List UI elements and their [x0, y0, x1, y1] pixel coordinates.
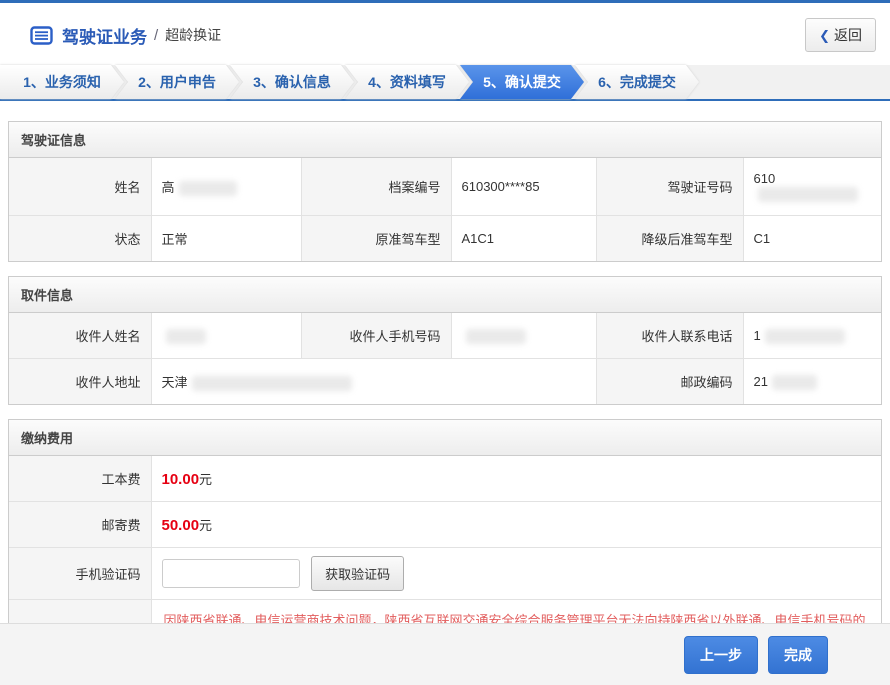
table-row: 收件人姓名 收件人手机号码 收件人联系电话 1 [9, 313, 881, 359]
license-info-table: 姓名 高 档案编号 610300****85 驾驶证号码 610 状态 正常 原… [9, 158, 881, 261]
page-header: 驾驶证业务 / 超龄换证 ❮ 返回 [0, 3, 890, 65]
recipient-mobile-value [451, 313, 596, 359]
previous-step-button[interactable]: 上一步 [684, 636, 758, 674]
redaction-blur [166, 329, 206, 344]
step-navigation: 1、业务须知 2、用户申告 3、确认信息 4、资料填写 5、确认提交 6、完成提… [0, 65, 890, 101]
license-section-title: 驾驶证信息 [9, 122, 881, 158]
postage-value: 50.00元 [151, 502, 881, 548]
finish-button[interactable]: 完成 [768, 636, 828, 674]
orig-type-value: A1C1 [451, 216, 596, 262]
redaction-blur [192, 376, 352, 391]
license-no-label: 驾驶证号码 [596, 158, 743, 216]
pickup-info-table: 收件人姓名 收件人手机号码 收件人联系电话 1 收件人地址 天津 邮政编码 21 [9, 313, 881, 404]
redaction-blur [772, 375, 817, 390]
postage-amount: 50.00 [162, 517, 200, 534]
recipient-name-value [151, 313, 301, 359]
status-value: 正常 [151, 216, 301, 262]
step-4-fill-data[interactable]: 4、资料填写 [345, 65, 469, 99]
fee-amount: 10.00 [162, 471, 200, 488]
payment-section-title: 缴纳费用 [9, 420, 881, 456]
table-row: 收件人地址 天津 邮政编码 21 [9, 359, 881, 405]
fee-unit: 元 [199, 472, 212, 487]
step-1-notice[interactable]: 1、业务须知 [0, 65, 124, 99]
footer-action-bar: 上一步 完成 [0, 623, 890, 685]
file-no-label: 档案编号 [301, 158, 451, 216]
breadcrumb-subtitle: 超龄换证 [165, 25, 221, 45]
recipient-phone-value: 1 [743, 313, 881, 359]
name-value: 高 [151, 158, 301, 216]
step-6-complete[interactable]: 6、完成提交 [575, 65, 699, 99]
captcha-input[interactable] [162, 559, 300, 588]
get-captcha-button[interactable]: 获取验证码 [311, 556, 404, 591]
redaction-blur [758, 187, 858, 202]
captcha-cell: 获取验证码 [151, 548, 881, 600]
recipient-address-value: 天津 [151, 359, 596, 405]
recipient-address-label: 收件人地址 [9, 359, 151, 405]
table-row: 邮寄费 50.00元 [9, 502, 881, 548]
redaction-blur [466, 329, 526, 344]
step-3-confirm-info[interactable]: 3、确认信息 [230, 65, 354, 99]
downgraded-type-value: C1 [743, 216, 881, 262]
file-no-value: 610300****85 [451, 158, 596, 216]
recipient-phone-label: 收件人联系电话 [596, 313, 743, 359]
name-label: 姓名 [9, 158, 151, 216]
postage-label: 邮寄费 [9, 502, 151, 548]
step-5-confirm-submit[interactable]: 5、确认提交 [460, 65, 584, 99]
document-list-icon [30, 26, 53, 45]
table-row: 工本费 10.00元 [9, 456, 881, 502]
redaction-blur [179, 181, 237, 196]
chevron-left-icon: ❮ [819, 29, 830, 42]
back-button[interactable]: ❮ 返回 [805, 18, 876, 52]
fee-value: 10.00元 [151, 456, 881, 502]
pickup-section-title: 取件信息 [9, 277, 881, 313]
recipient-mobile-label: 收件人手机号码 [301, 313, 451, 359]
postal-code-value: 21 [743, 359, 881, 405]
recipient-name-label: 收件人姓名 [9, 313, 151, 359]
step-2-declaration[interactable]: 2、用户申告 [115, 65, 239, 99]
postal-code-label: 邮政编码 [596, 359, 743, 405]
downgraded-type-label: 降级后准驾车型 [596, 216, 743, 262]
page-title: 驾驶证业务 [62, 23, 147, 48]
table-row: 状态 正常 原准驾车型 A1C1 降级后准驾车型 C1 [9, 216, 881, 262]
back-button-label: 返回 [834, 25, 862, 45]
table-row: 手机验证码 获取验证码 [9, 548, 881, 600]
breadcrumb-separator: / [154, 27, 158, 44]
fee-label: 工本费 [9, 456, 151, 502]
captcha-label: 手机验证码 [9, 548, 151, 600]
license-no-value: 610 [743, 158, 881, 216]
postage-unit: 元 [199, 518, 212, 533]
status-label: 状态 [9, 216, 151, 262]
orig-type-label: 原准驾车型 [301, 216, 451, 262]
redaction-blur [765, 329, 845, 344]
license-info-section: 驾驶证信息 姓名 高 档案编号 610300****85 驾驶证号码 610 状… [8, 121, 882, 262]
table-row: 姓名 高 档案编号 610300****85 驾驶证号码 610 [9, 158, 881, 216]
pickup-info-section: 取件信息 收件人姓名 收件人手机号码 收件人联系电话 1 收件人地址 天津 邮政… [8, 276, 882, 405]
